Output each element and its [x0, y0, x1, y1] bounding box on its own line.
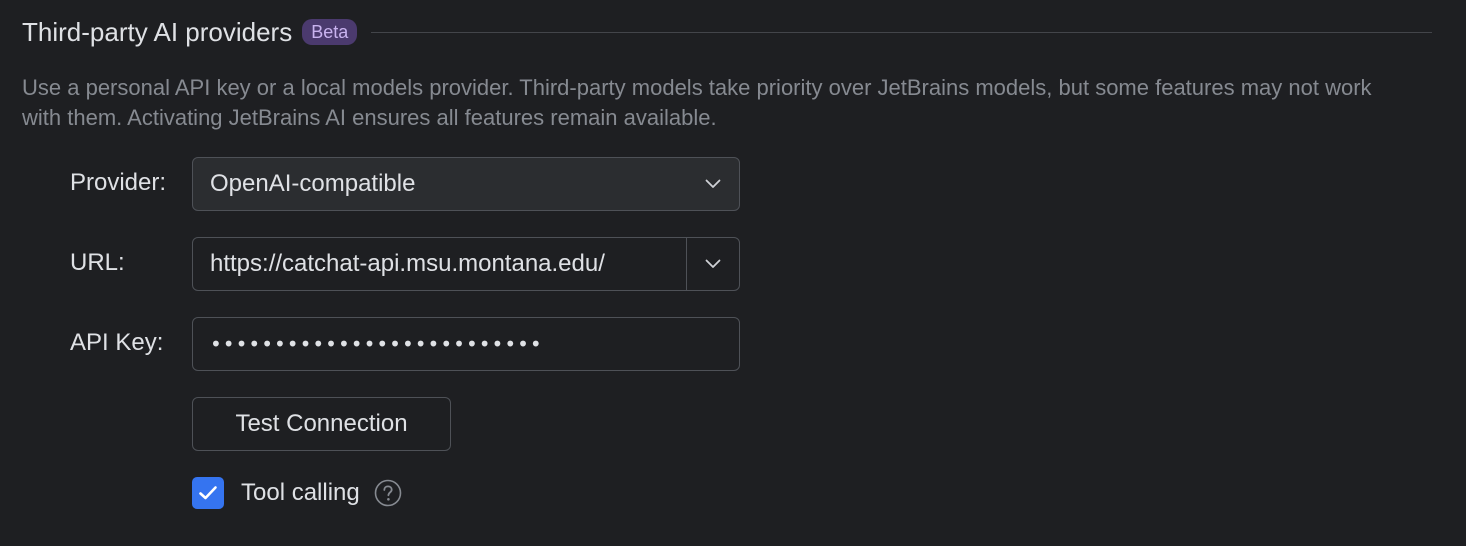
- tool-calling-label[interactable]: Tool calling: [241, 479, 360, 507]
- section-divider: [371, 31, 1432, 33]
- url-label: URL:: [70, 249, 125, 276]
- chevron-down-icon: [705, 259, 721, 268]
- tool-calling-checkbox[interactable]: [192, 477, 224, 509]
- provider-select-value: OpenAI-compatible: [210, 170, 416, 197]
- section-header: Third-party AI providers Beta: [22, 14, 1432, 50]
- api-key-input[interactable]: [193, 318, 739, 370]
- question-circle-icon[interactable]: [374, 479, 402, 507]
- tool-calling-row: Tool calling: [192, 477, 402, 509]
- section-description: Use a personal API key or a local models…: [22, 75, 1372, 130]
- chevron-down-icon: [687, 158, 739, 210]
- provider-label: Provider:: [70, 169, 167, 196]
- test-connection-button[interactable]: Test Connection: [192, 397, 451, 451]
- url-input[interactable]: [193, 238, 686, 290]
- section-title: Third-party AI providers: [22, 16, 293, 47]
- beta-badge: Beta: [302, 19, 358, 45]
- provider-select[interactable]: OpenAI-compatible: [192, 157, 740, 211]
- url-combobox: [192, 237, 740, 291]
- url-dropdown-button[interactable]: [687, 238, 739, 290]
- checkmark-icon: [199, 486, 217, 500]
- api-key-field: [192, 317, 740, 371]
- api-key-label: API Key:: [70, 329, 164, 356]
